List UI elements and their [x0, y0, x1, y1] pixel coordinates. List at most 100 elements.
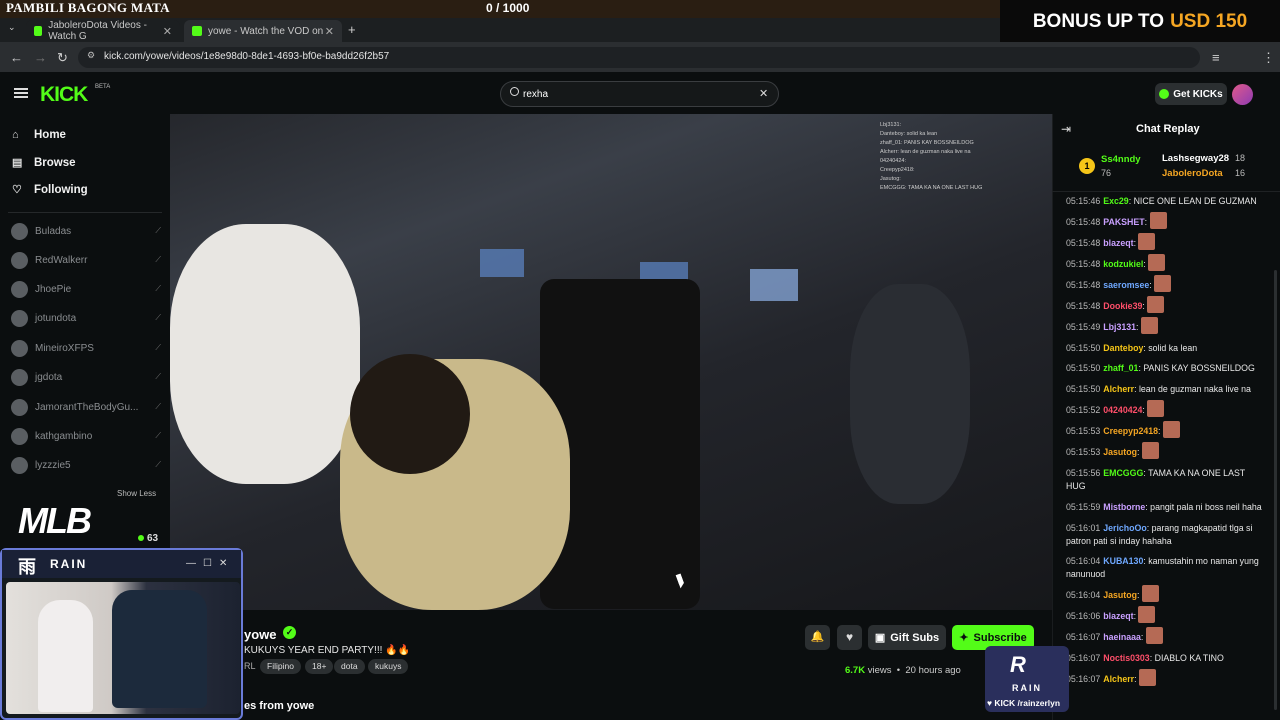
chat-timestamp: 05:15:48 — [1066, 237, 1101, 248]
browser-menu-icon[interactable]: ⋮ — [1262, 50, 1275, 66]
chat-username[interactable]: Alcherr — [1103, 384, 1134, 394]
chat-username[interactable]: Creepyp2418 — [1103, 426, 1158, 436]
chat-username[interactable]: Jasutog — [1103, 447, 1137, 457]
offline-icon: ⟋ — [155, 343, 161, 352]
rain-social-handle: ♥ KICK /rainzerlyn — [987, 698, 1061, 708]
show-less-link[interactable]: Show Less — [117, 489, 156, 498]
notification-bell-button[interactable]: 🔔 — [805, 625, 830, 650]
following-channel[interactable]: Buladas ⟋ — [11, 221, 161, 241]
video-scene-person — [170, 224, 360, 484]
avatar — [11, 309, 28, 327]
chat-username[interactable]: saeromsee — [1103, 280, 1149, 290]
menu-icon[interactable] — [14, 88, 28, 98]
tag-chip[interactable]: Filipino — [260, 659, 301, 674]
forward-icon[interactable]: → — [34, 50, 47, 65]
chat-username[interactable]: Noctis0303 — [1103, 653, 1149, 663]
mlb-promo-logo[interactable]: MLB — [18, 500, 92, 542]
chat-username[interactable]: PAKSHET — [1103, 217, 1144, 227]
sidebar-item-browse[interactable]: ▤ Browse — [12, 156, 76, 170]
sidebar-item-home[interactable]: ⌂ Home — [12, 129, 66, 141]
tab-search-icon[interactable]: ⌄ — [8, 22, 16, 33]
follow-heart-button[interactable]: ♥ — [837, 625, 862, 650]
chat-username[interactable]: EMCGGG — [1103, 468, 1143, 478]
following-channel[interactable]: RedWalkerr ⟋ — [11, 250, 161, 270]
back-icon[interactable]: ← — [10, 50, 23, 65]
minimize-icon[interactable]: — — [186, 558, 196, 569]
channel-name[interactable]: yowe — [244, 627, 277, 642]
chat-username[interactable]: KUBA130 — [1103, 556, 1143, 566]
viewer-count: 63 — [147, 533, 159, 544]
chat-username[interactable]: Lbj3131 — [1103, 322, 1136, 332]
maximize-icon[interactable]: ☐ — [203, 558, 212, 569]
tag-chip[interactable]: 18+ — [305, 659, 334, 674]
offline-icon: ⟋ — [155, 431, 161, 440]
close-tab-icon[interactable]: ✕ — [163, 25, 172, 38]
chat-message: 05:15:59 Mistborne: pangit pala ni boss n… — [1066, 501, 1266, 514]
home-icon: ⌂ — [12, 129, 19, 141]
sidebar-item-following[interactable]: ♡ Following — [12, 183, 88, 197]
vod-title: KUKUYS YEAR END PARTY!!! 🔥🔥 — [244, 645, 411, 656]
tag-chip[interactable]: kukuys — [368, 659, 409, 674]
new-tab-button[interactable]: + — [348, 22, 356, 37]
chat-timestamp: 05:15:59 — [1066, 501, 1101, 512]
sidebar-divider — [8, 212, 162, 213]
leader-name[interactable]: Lashsegway28 — [1162, 153, 1229, 164]
gift-subs-button[interactable]: ▣ Gift Subs — [868, 625, 946, 650]
chat-username[interactable]: Danteboy — [1103, 343, 1143, 353]
user-avatar[interactable] — [1232, 84, 1253, 105]
offline-icon: ⟋ — [155, 313, 161, 322]
chat-timestamp: 05:15:46 — [1066, 196, 1101, 206]
following-channel[interactable]: JamorantTheBodyGu... ⟋ — [11, 397, 161, 417]
video-scene-person — [850, 284, 970, 504]
get-kicks-label: Get KICKs — [1173, 88, 1223, 100]
extensions-icon[interactable]: ≡ — [1212, 50, 1220, 65]
channel-name: MineiroXFPS — [35, 342, 94, 354]
rain-wordmark: RAIN — [1012, 683, 1042, 693]
chat-text: lean de guzman naka live na — [1138, 384, 1251, 395]
kick-logo[interactable]: KICK — [40, 83, 88, 107]
following-channel[interactable]: JhoePie ⟋ — [11, 279, 161, 299]
chat-username[interactable]: blazeqt — [1103, 238, 1133, 248]
browser-tab[interactable]: JaboleroDota Videos - Watch G ✕ — [26, 20, 180, 42]
browser-tab-active[interactable]: yowe - Watch the VOD on ✕ — [184, 20, 342, 42]
chat-message: 05:15:48 saeromsee: — [1066, 274, 1266, 292]
video-scene-monitor — [750, 269, 798, 301]
clear-search-icon[interactable]: ✕ — [759, 87, 768, 100]
tag-chip[interactable]: dota — [334, 659, 365, 674]
chat-username[interactable]: 04240424 — [1103, 405, 1142, 415]
close-icon[interactable]: ✕ — [219, 558, 227, 569]
leader-name[interactable]: JaboleroDota — [1162, 168, 1223, 179]
collapse-chat-icon[interactable]: ⇥ — [1061, 122, 1071, 136]
following-channel[interactable]: jgdota ⟋ — [11, 367, 161, 387]
chat-message: 05:15:46 Exc29: NICE ONE LEAN DE GUZMAN — [1066, 195, 1266, 208]
emote-icon — [1162, 421, 1180, 439]
following-channel[interactable]: MineiroXFPS ⟋ — [11, 338, 161, 358]
chat-scrollbar[interactable] — [1274, 270, 1277, 710]
chat-username[interactable]: Dookie39 — [1103, 301, 1142, 311]
chat-username[interactable]: Mistborne — [1103, 502, 1145, 512]
chat-timestamp: 05:16:07 — [1066, 632, 1101, 643]
get-kicks-button[interactable]: Get KICKs — [1155, 83, 1227, 105]
rain-logo: R — [1010, 652, 1026, 677]
chat-username[interactable]: blazeqt — [1103, 611, 1133, 621]
following-channel[interactable]: lyzzzie5 ⟋ — [11, 455, 161, 475]
chat-username[interactable]: kodzukiel — [1103, 259, 1143, 269]
chat-username[interactable]: JerichoOo — [1103, 523, 1147, 533]
close-tab-icon[interactable]: ✕ — [325, 25, 334, 38]
reload-icon[interactable]: ↻ — [57, 50, 68, 66]
chat-username[interactable]: Alcherr — [1103, 674, 1134, 684]
chat-message: 05:15:56 EMCGGG: TAMA KA NA ONE LAST HUG — [1066, 467, 1266, 493]
chat-username[interactable]: zhaff_01 — [1103, 363, 1138, 373]
chat-username[interactable]: Exc29 — [1103, 196, 1128, 206]
search-value[interactable]: rexha — [523, 89, 548, 100]
leader-name[interactable]: Ss4nndy — [1101, 154, 1141, 165]
site-info-icon[interactable]: ⚙ — [87, 50, 95, 61]
chat-text: solid ka lean — [1148, 342, 1198, 353]
url-text[interactable]: kick.com/yowe/videos/1e8e98d0-8de1-4693-… — [104, 51, 389, 62]
chat-message: 05:16:07 haeinaaa: — [1066, 627, 1266, 645]
overlay-score: 0 / 1000 — [486, 1, 530, 15]
chat-username[interactable]: Jasutog — [1103, 590, 1137, 600]
following-channel[interactable]: jotundota ⟋ — [11, 308, 161, 328]
following-channel[interactable]: kathgambino ⟋ — [11, 426, 161, 446]
chat-username[interactable]: haeinaaa — [1103, 632, 1141, 642]
